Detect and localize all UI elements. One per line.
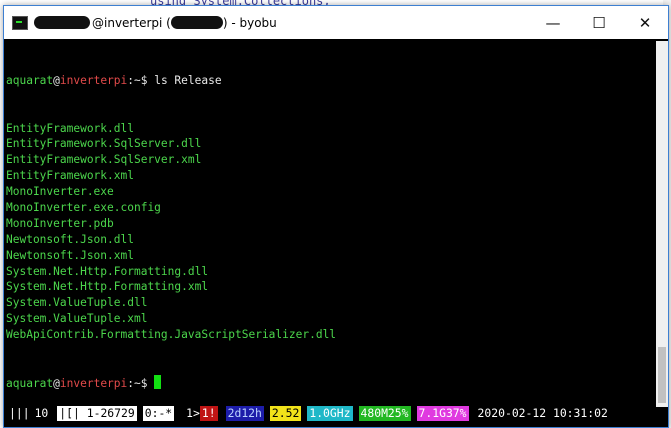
close-button[interactable]: ✕ (622, 6, 668, 39)
redacted-username (34, 16, 90, 29)
command-line: aquarat@inverterpi:~$ ls Release (6, 73, 654, 89)
scrollbar-thumb[interactable] (658, 347, 666, 403)
byobu-statusbar: ||| 10 |[| 1-26729 0:-* 1> 1! 2d12h 2.52… (6, 405, 656, 422)
status-cpu-freq: 1.0GHz (307, 406, 353, 421)
status-next-window: 1> (182, 406, 200, 421)
prompt-host: inverterpi (59, 376, 128, 390)
file-list-item: EntityFramework.SqlServer.xml (6, 153, 202, 167)
terminal-output[interactable]: aquarat@inverterpi:~$ ls Release EntityF… (6, 41, 654, 407)
prompt-host: inverterpi (59, 73, 128, 87)
file-list-item: System.Net.Http.Formatting.dll (6, 264, 209, 278)
file-list-item: MonoInverter.pdb (6, 216, 114, 230)
file-list-item: System.ValueTuple.xml (6, 312, 148, 326)
close-icon: ✕ (638, 13, 652, 32)
status-load: 2.52 (269, 406, 302, 421)
file-list-item: EntityFramework.xml (6, 169, 134, 183)
window-title-prefix: @inverterpi ( (92, 15, 171, 30)
maximize-icon: ☐ (592, 13, 606, 32)
status-updates: 1! (199, 406, 218, 421)
status-datetime: 2020-02-12 10:31:02 (477, 406, 608, 420)
file-list-item: Newtonsoft.Json.dll (6, 232, 134, 246)
maximize-button[interactable]: ☐ (576, 6, 622, 39)
vertical-scrollbar[interactable] (656, 41, 668, 407)
terminal-window[interactable]: @inverterpi () - byobu — ☐ ✕ aquarat@inv… (3, 5, 669, 428)
status-bars: ||| (9, 406, 30, 420)
file-list-item: System.ValueTuple.dll (6, 296, 148, 310)
file-list-item: MonoInverter.exe (6, 185, 114, 199)
prompt-path: :~$ (127, 73, 155, 87)
window-title: @inverterpi ( ) - byobu (34, 16, 277, 30)
prompt-path: :~$ (127, 376, 155, 390)
file-list-item: MonoInverter.exe.config (6, 200, 161, 214)
file-list: EntityFramework.dll EntityFramework.SqlSe… (6, 121, 654, 343)
terminal-app-icon (12, 15, 28, 30)
text-cursor (154, 374, 162, 389)
window-titlebar[interactable]: @inverterpi ( ) - byobu — ☐ ✕ (4, 6, 668, 39)
window-title-suffix: ) - byobu (222, 15, 277, 30)
status-release: 10 (32, 406, 52, 421)
minimize-button[interactable]: — (530, 6, 576, 39)
final-prompt-line: aquarat@inverterpi:~$ (6, 374, 654, 391)
command-text: ls Release (154, 73, 222, 87)
file-list-item: EntityFramework.dll (6, 121, 134, 135)
minimize-icon: — (545, 13, 561, 32)
status-window-list: |[| 1-26729 (57, 406, 137, 421)
prompt-at: @ (53, 376, 60, 390)
redacted-address (170, 16, 223, 29)
file-list-item: EntityFramework.SqlServer.dll (6, 137, 202, 151)
status-memory: 480M25% (358, 406, 411, 421)
status-uptime: 2d12h (225, 406, 264, 421)
prompt-user: aquarat (6, 376, 54, 390)
prompt-user: aquarat (6, 73, 54, 87)
file-list-item: Newtonsoft.Json.xml (6, 248, 134, 262)
window-controls: — ☐ ✕ (530, 6, 668, 39)
file-list-item: WebApiContrib.Formatting.JavaScriptSeria… (6, 328, 337, 342)
file-list-item: System.Net.Http.Formatting.xml (6, 280, 209, 294)
status-disk: 7.1G37% (416, 406, 469, 421)
status-current-window: 0:-* (142, 406, 175, 421)
prompt-at: @ (53, 73, 60, 87)
